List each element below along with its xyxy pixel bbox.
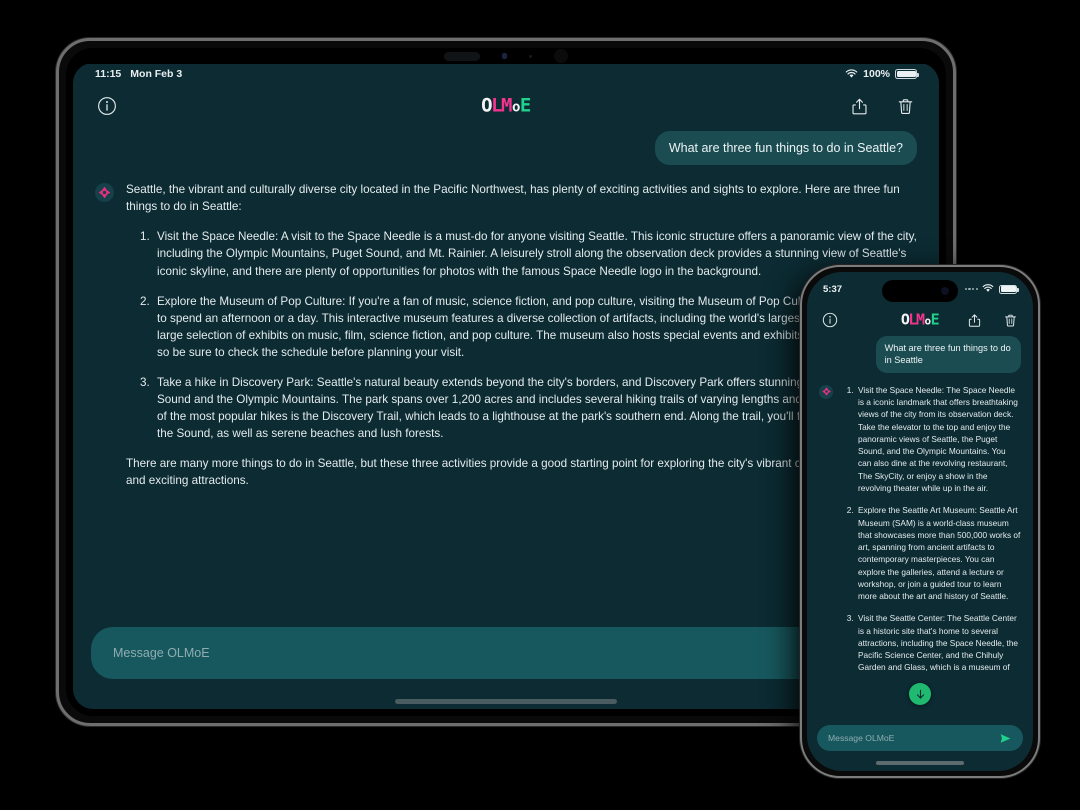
- share-icon[interactable]: [965, 311, 983, 329]
- assistant-avatar-icon: [819, 384, 833, 399]
- assistant-message-body: Seattle, the vibrant and culturally dive…: [126, 181, 917, 502]
- assistant-message-row: Visit the Space Needle: The Space Needle…: [819, 384, 1021, 684]
- user-message-bubble: What are three fun things to do in Seatt…: [875, 336, 1021, 373]
- assistant-avatar-icon: [95, 183, 114, 203]
- speaker-grille-icon: [444, 51, 480, 61]
- message-input[interactable]: Message OLMoE: [91, 627, 921, 679]
- list-item: Explore the Seattle Art Museum: Seattle …: [856, 504, 1021, 602]
- assistant-message-row: Seattle, the vibrant and culturally dive…: [95, 181, 917, 502]
- iphone-chat-area[interactable]: What are three fun things to do in Seatt…: [807, 334, 1033, 719]
- ipad-toolbar: O L M o E: [73, 85, 939, 127]
- cellular-signal-icon: [964, 287, 978, 291]
- trash-icon[interactable]: [893, 94, 917, 118]
- iphone-device: 5:37 O L M o E What are three fun things…: [800, 265, 1040, 778]
- send-icon[interactable]: [999, 732, 1012, 745]
- info-icon[interactable]: [821, 311, 839, 329]
- status-date: Mon Feb 3: [130, 68, 183, 80]
- iphone-toolbar: O L M o E: [807, 306, 1033, 334]
- sensor-icon: [502, 53, 507, 59]
- assistant-list: Visit the Space Needle: The Space Needle…: [841, 384, 1021, 674]
- user-message-bubble: What are three fun things to do in Seatt…: [654, 131, 917, 166]
- assistant-list: Visit the Space Needle: A visit to the S…: [126, 228, 917, 442]
- ipad-status-bar: 11:15 Mon Feb 3 100%: [73, 63, 939, 85]
- battery-icon: [999, 284, 1019, 294]
- ipad-camera-bar: [66, 48, 946, 64]
- iphone-screen: 5:37 O L M o E What are three fun things…: [807, 272, 1033, 771]
- logo-letter-e: E: [930, 310, 940, 329]
- wifi-icon: [845, 69, 858, 79]
- iphone-input-area: Message OLMoE: [807, 719, 1033, 755]
- wifi-icon: [982, 284, 995, 294]
- assistant-outro-text: There are many more things to do in Seat…: [126, 457, 913, 488]
- battery-percent: 100%: [863, 68, 890, 80]
- iphone-status-bar: 5:37: [807, 272, 1033, 306]
- battery-icon: [895, 68, 919, 80]
- user-message-row: What are three fun things to do in Seatt…: [95, 131, 917, 166]
- front-camera-icon: [554, 49, 568, 63]
- scroll-to-bottom-button[interactable]: [909, 683, 931, 705]
- message-input[interactable]: Message OLMoE: [817, 725, 1023, 751]
- status-time: 5:37: [823, 283, 843, 295]
- message-input-placeholder: Message OLMoE: [828, 733, 895, 743]
- logo-letter-e: E: [519, 94, 531, 117]
- logo-letter-m: M: [501, 94, 512, 117]
- status-time: 11:15: [95, 68, 122, 80]
- user-message-row: What are three fun things to do in Seatt…: [819, 336, 1021, 373]
- list-item: Visit the Space Needle: The Space Needle…: [856, 384, 1021, 494]
- info-icon[interactable]: [95, 94, 119, 118]
- list-item: Visit the Seattle Center: The Seattle Ce…: [856, 612, 1021, 673]
- logo-letter-m: M: [915, 310, 925, 329]
- ambient-sensor-icon: [529, 54, 532, 58]
- app-logo: O L M o E: [901, 310, 940, 329]
- arrow-down-icon: [916, 689, 924, 699]
- iphone-home-indicator[interactable]: [807, 755, 1033, 771]
- list-item: Visit the Space Needle: A visit to the S…: [153, 228, 917, 279]
- message-input-placeholder: Message OLMoE: [113, 646, 210, 660]
- trash-icon[interactable]: [1001, 311, 1019, 329]
- assistant-message-body: Visit the Space Needle: The Space Needle…: [841, 384, 1021, 684]
- logo-letter-o2: o: [511, 99, 520, 116]
- assistant-intro-text: Seattle, the vibrant and culturally dive…: [126, 183, 900, 214]
- app-logo: O L M o E: [481, 94, 531, 117]
- logo-letter-o2: o: [924, 314, 931, 328]
- share-icon[interactable]: [847, 94, 871, 118]
